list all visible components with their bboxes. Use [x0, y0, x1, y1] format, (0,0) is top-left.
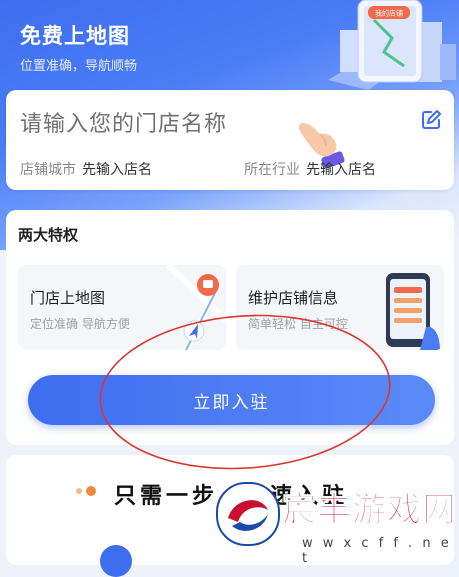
join-now-button[interactable]: 立即入驻: [28, 375, 435, 425]
watermark: 宸丰游戏网 w w x c f f . n e t: [212, 478, 459, 566]
city-map-illustration: 我的店铺: [328, 0, 456, 90]
watermark-title: 宸丰游戏网: [282, 490, 457, 531]
decor-dot: [86, 486, 96, 496]
city-value: 先输入店名: [82, 162, 152, 178]
industry-label: 所在行业: [244, 162, 300, 178]
privileges-title: 两大特权: [18, 226, 79, 244]
city-field[interactable]: 店铺城市 先输入店名: [20, 159, 152, 179]
privilege-subtitle: 简单轻松 自主可控: [248, 317, 348, 331]
city-label: 店铺城市: [20, 162, 76, 178]
store-name-input[interactable]: 请输入您的门店名称: [20, 106, 227, 138]
watermark-url: w w x c f f . n e t: [302, 536, 452, 566]
privilege-title: 维护店铺信息: [248, 289, 339, 307]
watermark-logo-icon: [216, 482, 280, 546]
store-name-card: 请输入您的门店名称 店铺城市 先输入店名 所在行业 先输入店名: [6, 90, 454, 190]
privilege-tile-info[interactable]: 维护店铺信息 简单轻松 自主可控: [236, 265, 444, 350]
privilege-subtitle: 定位准确 导航方便: [30, 317, 130, 331]
privilege-title: 门店上地图: [30, 289, 106, 307]
privilege-tile-map[interactable]: 门店上地图 定位准确 导航方便: [18, 265, 226, 350]
edit-icon[interactable]: [420, 109, 442, 131]
store-badge-text: 我的店铺: [375, 9, 403, 18]
hero-title: 免费上地图: [20, 24, 130, 48]
hero-subtitle: 位置准确，导航顺畅: [20, 59, 138, 74]
privileges-card: 两大特权 门店上地图 定位准确 导航方便 维护店铺信息 简单轻松 自主可控 立即…: [6, 210, 454, 445]
decor-dot: [76, 488, 82, 494]
industry-field[interactable]: 所在行业 先输入店名: [244, 159, 376, 179]
industry-value: 先输入店名: [306, 162, 376, 178]
avatar: [100, 545, 132, 577]
